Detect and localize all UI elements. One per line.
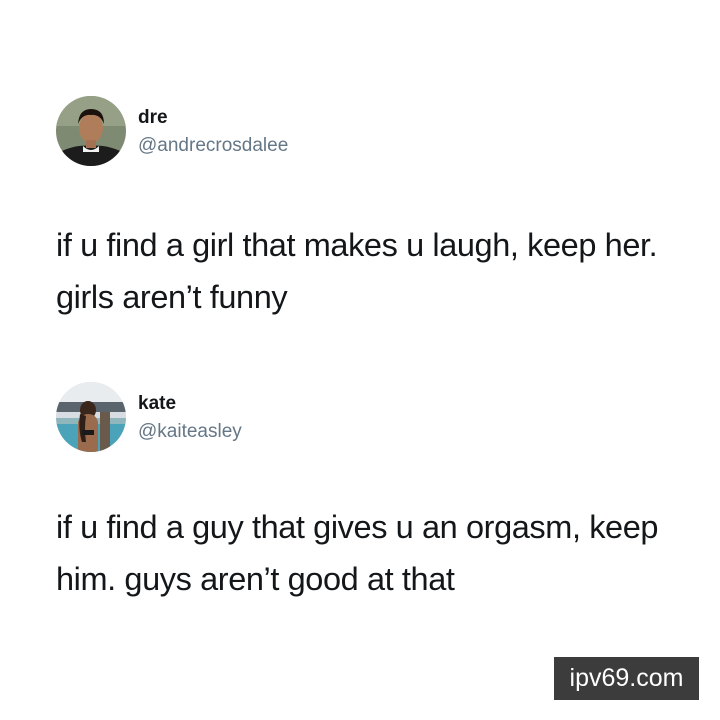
avatar[interactable] <box>56 96 126 166</box>
author-handle[interactable]: @kaiteasley <box>138 421 242 443</box>
tweet-text: if u find a girl that makes u laugh, kee… <box>56 227 658 315</box>
avatar[interactable] <box>56 382 126 452</box>
tweet-text: if u find a guy that gives u an orgasm, … <box>56 509 659 597</box>
author-handle[interactable]: @andrecrosdalee <box>138 135 288 157</box>
author-name[interactable]: kate <box>138 393 176 415</box>
avatar-photo <box>56 96 126 166</box>
avatar-photo <box>56 382 126 452</box>
watermark: ipv69.com <box>554 657 699 700</box>
author-name[interactable]: dre <box>138 107 168 129</box>
